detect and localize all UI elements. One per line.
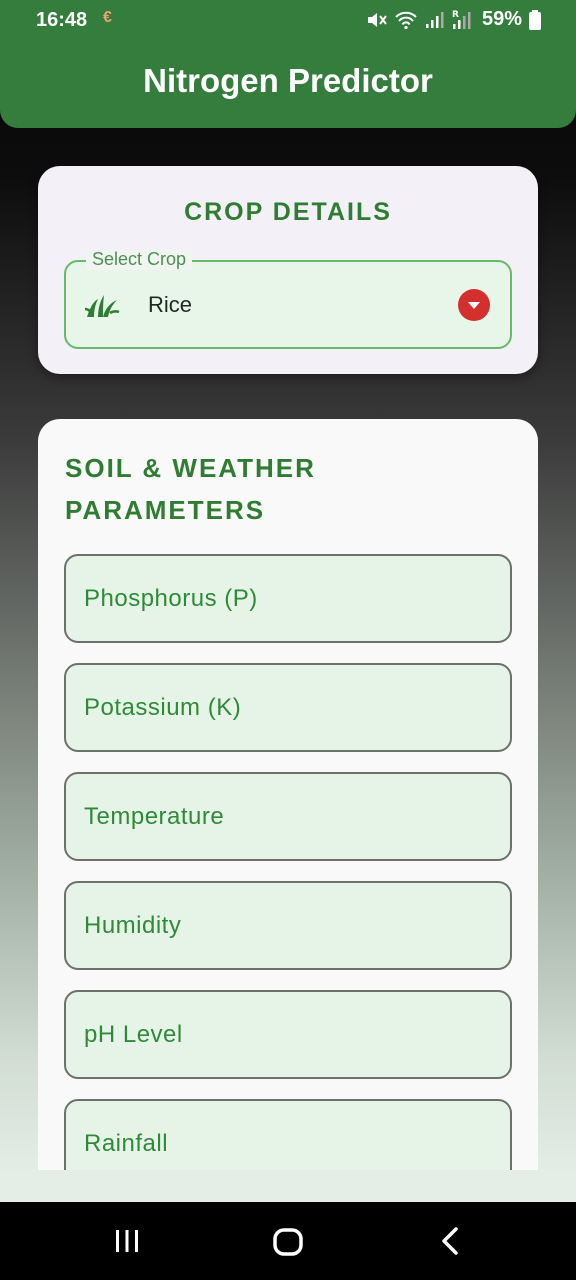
dropdown-arrow-icon[interactable] [458,289,490,321]
recents-icon[interactable] [112,1226,142,1256]
battery-icon [528,9,542,31]
temperature-field-label: Temperature [84,803,224,831]
ph-level-field-label: pH Level [84,1021,183,1049]
status-icons: R 59% [366,8,542,31]
battery-percent: 59% [482,8,522,31]
home-icon[interactable] [272,1226,304,1258]
potassium-field-label: Potassium (K) [84,694,241,722]
app-bar: 16:48 € R [0,0,576,128]
grass-icon [84,289,120,319]
wifi-icon [394,10,418,30]
ph-level-field[interactable]: pH Level [64,990,512,1079]
rainfall-field[interactable]: Rainfall [64,1099,512,1179]
back-icon[interactable] [436,1226,466,1256]
status-bar: 16:48 € R [0,0,576,40]
svg-text:R: R [452,10,459,20]
notification-icon: € [103,9,112,27]
potassium-field[interactable]: Potassium (K) [64,663,512,752]
phosphorus-field-label: Phosphorus (P) [84,585,258,613]
system-nav-bar [0,1202,576,1280]
humidity-field[interactable]: Humidity [64,881,512,970]
humidity-field-label: Humidity [84,912,181,940]
rainfall-field-label: Rainfall [84,1130,168,1158]
signal-roaming-icon: R [450,9,472,31]
status-time: 16:48 [36,9,87,32]
soil-weather-heading: SOIL & WEATHER PARAMETERS [65,447,365,531]
crop-details-card: CROP DETAILS Select Crop Rice [38,166,538,374]
selected-crop-value: Rice [148,292,192,318]
signal-icon [424,10,444,30]
crop-details-heading: CROP DETAILS [38,198,538,227]
temperature-field[interactable]: Temperature [64,772,512,861]
bottom-fade [0,1170,576,1202]
page-title: Nitrogen Predictor [0,62,576,100]
soil-weather-card: SOIL & WEATHER PARAMETERS Phosphorus (P)… [38,419,538,1179]
mute-icon [366,10,388,30]
phosphorus-field[interactable]: Phosphorus (P) [64,554,512,643]
crop-select-dropdown[interactable]: Select Crop Rice [64,260,512,349]
crop-select-label: Select Crop [86,249,192,270]
